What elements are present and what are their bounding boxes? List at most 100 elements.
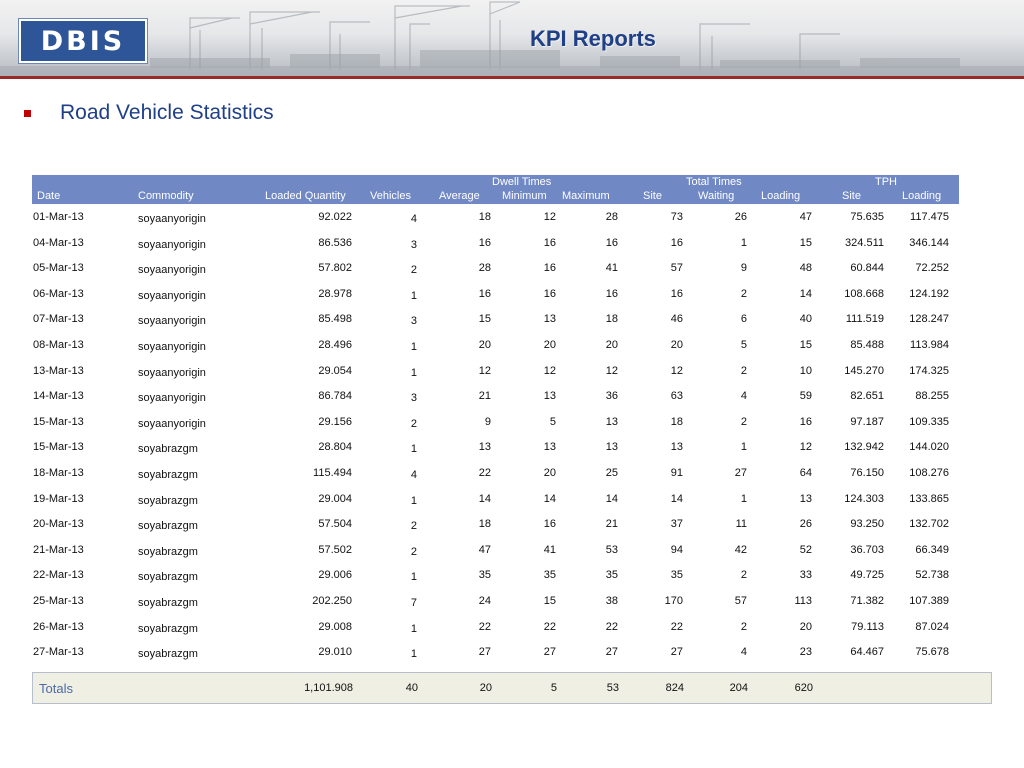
cell-total-site: 20 xyxy=(670,339,683,351)
cell-vehicles: 1 xyxy=(410,622,417,635)
cell-total-site: 37 xyxy=(670,518,683,531)
cell-commodity: soyaanyorigin xyxy=(138,264,206,277)
section-bullet: Road Vehicle Statistics xyxy=(24,101,274,125)
cell-loaded-quantity: 57.502 xyxy=(318,543,352,556)
cell-commodity: soyabrazgm xyxy=(138,520,198,533)
cell-commodity: soyaanyorigin xyxy=(138,392,206,405)
column-header-date: Date xyxy=(37,190,61,202)
cell-vehicles: 1 xyxy=(410,494,417,507)
cell-tph-loading: 87.024 xyxy=(915,620,949,633)
cell-minimum: 12 xyxy=(543,211,556,223)
cell-loaded-quantity: 86.784 xyxy=(318,390,352,403)
cell-minimum: 16 xyxy=(543,518,556,531)
table-row: 20-Mar-13 soyabrazgm 57.504 2 18 16 21 37 11 26 93… xyxy=(32,512,959,538)
cell-waiting: 2 xyxy=(740,364,747,377)
cell-minimum: 12 xyxy=(543,364,556,377)
column-header-commodity: Commodity xyxy=(138,190,194,202)
cell-date: 21-Mar-13 xyxy=(33,543,84,556)
cell-tph-site: 124.303 xyxy=(844,492,884,505)
cell-maximum: 22 xyxy=(605,620,618,633)
cell-total-site: 16 xyxy=(670,287,683,300)
column-header-vehicles: Vehicles xyxy=(370,190,411,202)
column-header-waiting: Waiting xyxy=(698,190,735,202)
cell-waiting: 26 xyxy=(734,211,747,223)
cell-tph-site: 97.187 xyxy=(850,415,884,428)
cell-maximum: 13 xyxy=(605,415,618,428)
cell-waiting: 11 xyxy=(735,518,747,531)
cell-total-loading: 14 xyxy=(799,287,812,300)
table-row: 15-Mar-13 soyabrazgm 28.804 1 13 13 13 13 1 12 132… xyxy=(32,435,959,461)
cell-average: 24 xyxy=(478,595,491,607)
cell-maximum: 12 xyxy=(605,364,618,377)
cell-total-site: 12 xyxy=(670,364,683,377)
cell-waiting: 2 xyxy=(740,620,747,633)
cell-minimum: 20 xyxy=(543,467,556,479)
cell-loaded-quantity: 57.504 xyxy=(318,518,352,531)
cell-vehicles: 2 xyxy=(410,520,417,533)
totals-loaded-quantity: 1,101.908 xyxy=(304,682,353,694)
cell-commodity: soyaanyorigin xyxy=(138,366,206,379)
cell-maximum: 14 xyxy=(605,492,618,505)
table-row: 05-Mar-13 soyaanyorigin 57.802 2 28 16 41 57 9 48… xyxy=(32,256,959,282)
cell-waiting: 57 xyxy=(734,595,747,607)
cell-vehicles: 4 xyxy=(410,469,417,481)
table-row: 08-Mar-13 soyaanyorigin 28.496 1 20 20 20 20 5 15… xyxy=(32,333,959,359)
cell-total-loading: 15 xyxy=(799,339,812,351)
table-row: 26-Mar-13 soyabrazgm 29.008 1 22 22 22 22 2 20 79.… xyxy=(32,615,959,641)
cell-loaded-quantity: 29.156 xyxy=(318,415,352,428)
cell-date: 18-Mar-13 xyxy=(33,467,84,479)
cell-vehicles: 1 xyxy=(410,289,417,302)
cell-minimum: 22 xyxy=(543,620,556,633)
column-header-minimum: Minimum xyxy=(502,190,547,202)
header-banner: DBIS KPI Reports xyxy=(0,0,1024,76)
cell-tph-loading: 109.335 xyxy=(909,415,949,428)
cell-minimum: 41 xyxy=(543,543,556,556)
cell-maximum: 38 xyxy=(605,595,618,607)
cell-loaded-quantity: 57.802 xyxy=(318,262,352,275)
totals-loading: 620 xyxy=(794,682,813,694)
cell-waiting: 1 xyxy=(740,441,747,454)
cell-date: 07-Mar-13 xyxy=(33,313,84,326)
cell-tph-loading: 72.252 xyxy=(915,262,949,275)
cell-tph-site: 49.725 xyxy=(850,569,884,582)
cell-tph-loading: 88.255 xyxy=(915,390,949,403)
cell-vehicles: 3 xyxy=(410,315,417,328)
cell-loaded-quantity: 85.498 xyxy=(318,313,352,326)
cell-total-site: 22 xyxy=(670,620,683,633)
column-header-average: Average xyxy=(439,190,480,202)
cell-average: 18 xyxy=(478,211,491,223)
cell-total-loading: 12 xyxy=(799,441,812,454)
table-row: 14-Mar-13 soyaanyorigin 86.784 3 21 13 36 63 4 59… xyxy=(32,384,959,410)
cell-minimum: 15 xyxy=(543,595,556,607)
table-row: 01-Mar-13 soyaanyorigin 92.022 4 18 12 28 73 26 4… xyxy=(32,205,959,231)
cell-waiting: 42 xyxy=(734,543,747,556)
cell-commodity: soyabrazgm xyxy=(138,597,198,609)
cell-total-loading: 10 xyxy=(799,364,812,377)
cell-maximum: 21 xyxy=(605,518,618,531)
cell-tph-loading: 66.349 xyxy=(915,543,949,556)
cell-average: 35 xyxy=(478,569,491,582)
cell-total-site: 16 xyxy=(670,236,683,249)
cell-vehicles: 1 xyxy=(410,366,417,379)
cell-total-site: 170 xyxy=(664,595,683,607)
cell-waiting: 2 xyxy=(740,415,747,428)
cell-loaded-quantity: 86.536 xyxy=(318,236,352,249)
cell-minimum: 13 xyxy=(543,390,556,403)
cell-maximum: 16 xyxy=(605,236,618,249)
cell-tph-loading: 133.865 xyxy=(909,492,949,505)
column-header-tph-site: Site xyxy=(842,190,861,202)
cell-total-loading: 13 xyxy=(799,492,812,505)
logo-text: DBIS xyxy=(40,25,126,57)
cell-total-site: 27 xyxy=(670,646,683,659)
cell-date: 27-Mar-13 xyxy=(33,646,84,659)
cell-minimum: 27 xyxy=(543,646,556,659)
cell-waiting: 2 xyxy=(740,569,747,582)
cell-total-loading: 113 xyxy=(794,595,812,607)
column-header-loaded-quantity: Loaded Quantity xyxy=(265,190,346,202)
cell-tph-loading: 113.984 xyxy=(910,339,949,351)
cell-vehicles: 1 xyxy=(410,648,417,661)
cell-average: 28 xyxy=(478,262,491,275)
cell-average: 12 xyxy=(478,364,491,377)
cell-average: 15 xyxy=(478,313,491,326)
cell-commodity: soyabrazgm xyxy=(138,571,198,584)
